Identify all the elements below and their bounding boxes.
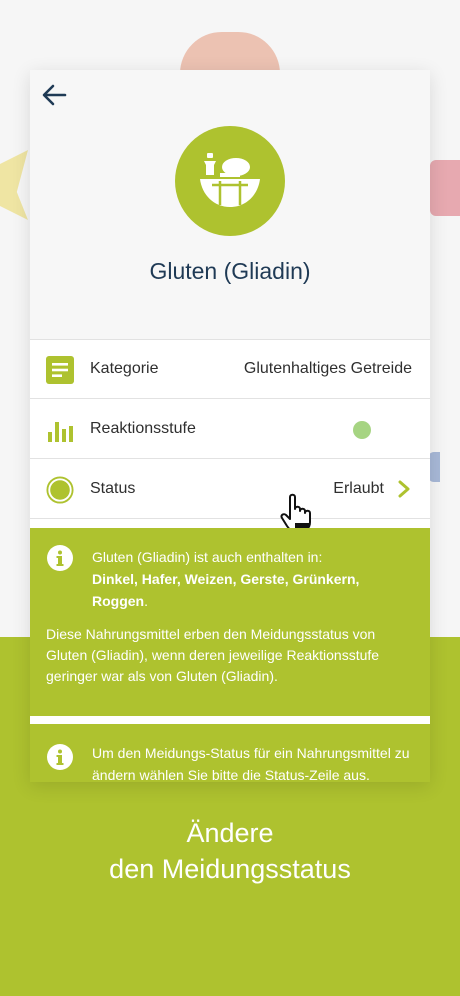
detail-header: Gluten (Gliadin) (30, 70, 430, 340)
decorative-blob (430, 160, 460, 216)
info-icon (47, 744, 73, 770)
bar-chart-icon (46, 416, 74, 444)
bread-basket-icon (175, 126, 285, 236)
reaction-level-row: Reaktionsstufe (30, 400, 430, 459)
chevron-right-icon (398, 480, 410, 498)
food-list-period: . (144, 593, 148, 609)
info-icon (47, 545, 73, 571)
pointer-hand-icon (280, 493, 311, 532)
status-row[interactable]: Status Erlaubt (30, 460, 430, 519)
category-value: Glutenhaltiges Getreide (243, 360, 412, 377)
info-box-change-status: Um den Meidungs-Status für ein Nahrungsm… (30, 724, 430, 782)
status-value: Erlaubt (333, 480, 384, 497)
info-box-contained-in: Gluten (Gliadin) ist auch enthalten in: … (30, 528, 430, 716)
arrow-left-icon (42, 84, 67, 106)
phone-screen: Gluten (Gliadin) Kategorie Glutenhaltige… (30, 70, 430, 782)
page-title: Gluten (Gliadin) (149, 258, 311, 284)
food-list-text: Dinkel, Hafer, Weizen, Gerste, Grünkern,… (92, 571, 360, 609)
reaction-level-label: Reaktionsstufe (90, 420, 196, 437)
promo-line-2: den Meidungsstatus (109, 854, 351, 884)
food-list: Dinkel, Hafer, Weizen, Gerste, Grünkern,… (92, 568, 412, 612)
info-text: Um den Meidungs-Status für ein Nahrungsm… (92, 745, 410, 782)
info-paragraph: Diese Nahrungsmittel erben den Meidungss… (46, 626, 380, 684)
reaction-level-indicator (353, 421, 371, 439)
status-label: Status (90, 480, 136, 497)
circle-status-icon (46, 476, 74, 504)
category-label: Kategorie (90, 360, 159, 377)
info-text: Gluten (Gliadin) ist auch enthalten in: (92, 549, 323, 565)
promo-line-1: Ändere (186, 818, 274, 848)
list-icon (46, 356, 74, 384)
promo-caption: Ändere den Meidungsstatus (0, 815, 460, 887)
category-row: Kategorie Glutenhaltiges Getreide (30, 340, 430, 399)
divider (30, 716, 430, 724)
back-button[interactable] (36, 80, 72, 110)
